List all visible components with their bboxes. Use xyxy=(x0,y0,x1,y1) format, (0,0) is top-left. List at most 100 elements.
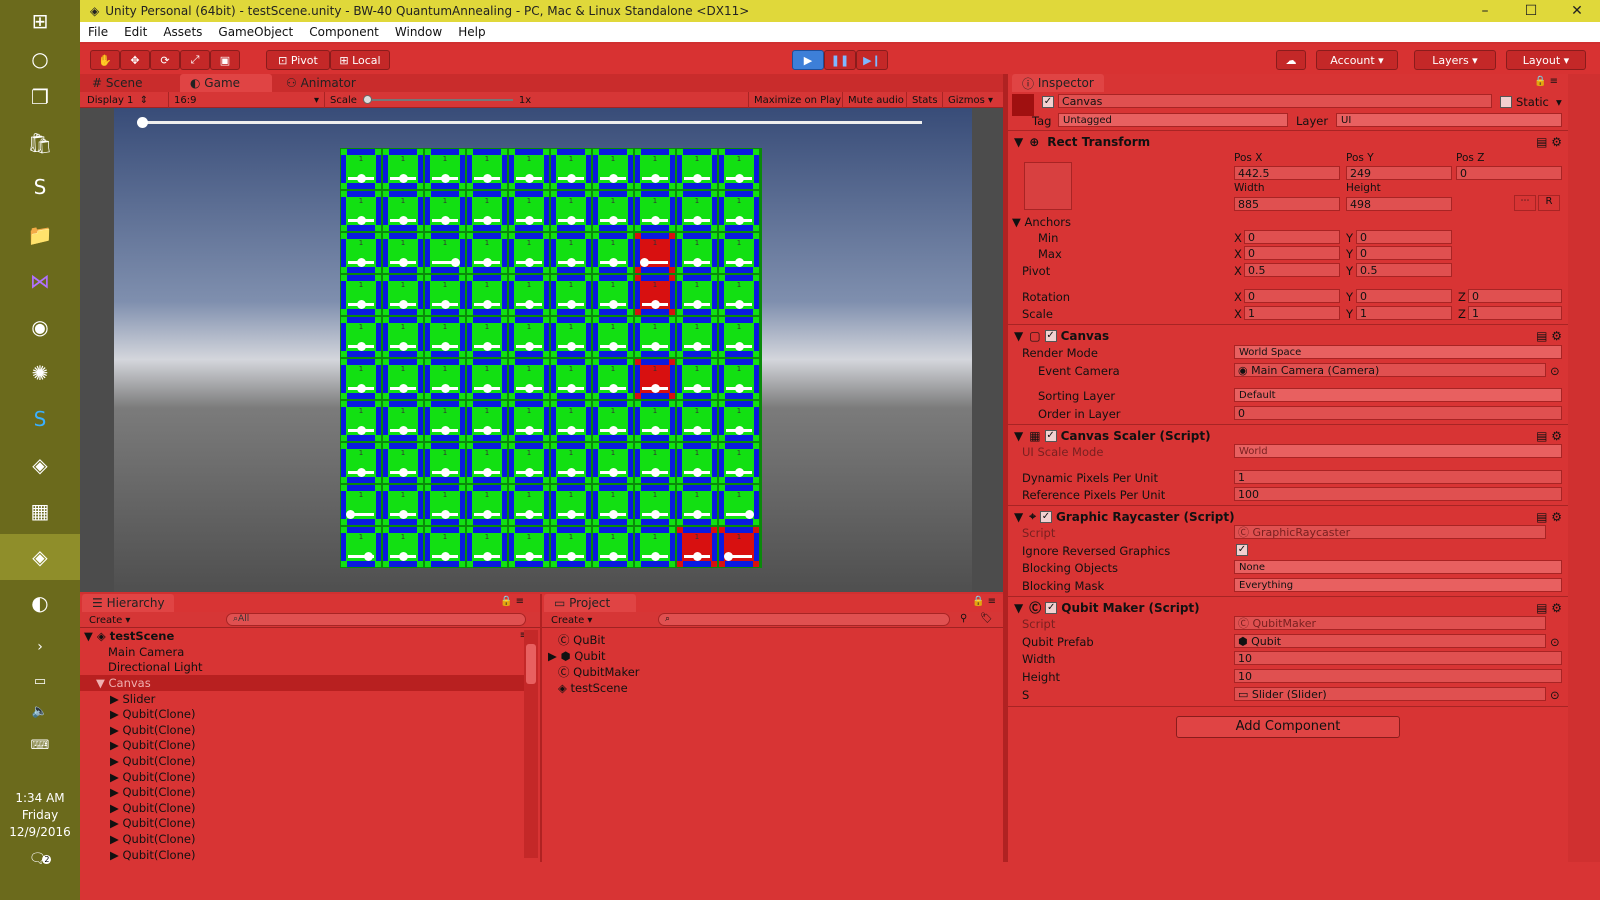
layers-dropdown[interactable]: Layers ▾ xyxy=(1414,50,1496,70)
list-item[interactable]: ◈ testScene xyxy=(542,680,990,696)
qubit-slider-knob[interactable] xyxy=(482,468,492,477)
qubit-cell[interactable]: 1 xyxy=(425,233,465,273)
qubit-slider-knob[interactable] xyxy=(356,384,366,393)
qubit-cell[interactable]: 1 xyxy=(467,401,507,441)
qubit-cell[interactable]: 1 xyxy=(467,359,507,399)
qubit-cell[interactable]: 1 xyxy=(551,485,591,525)
qubit-cell[interactable]: 1 xyxy=(551,443,591,483)
active-checkbox[interactable]: ✓ xyxy=(1042,96,1054,108)
qubit-cell[interactable]: 1 xyxy=(425,191,465,231)
qubit-cell[interactable]: 1 xyxy=(509,359,549,399)
list-item-selected[interactable]: ▼ Canvas xyxy=(80,675,528,691)
qubit-cell[interactable]: 1 xyxy=(509,191,549,231)
qubit-slider-knob[interactable] xyxy=(482,258,492,267)
qubit-cell[interactable]: 1 xyxy=(467,191,507,231)
qubit-slider-knob[interactable] xyxy=(398,426,408,435)
qubit-cell[interactable]: 1 xyxy=(635,401,675,441)
qubit-cell[interactable]: 1 xyxy=(551,191,591,231)
mute-audio-toggle[interactable]: Mute audio xyxy=(842,92,909,108)
list-item[interactable]: ▶ Qubit(Clone) xyxy=(80,784,528,800)
qubit-cell[interactable]: 1 xyxy=(635,485,675,525)
unity-active-icon[interactable]: ◈ xyxy=(0,534,80,580)
qubit-slider-knob[interactable] xyxy=(650,468,660,477)
qubit-maker-enabled-checkbox[interactable]: ✓ xyxy=(1045,601,1058,614)
qubit-slider-knob[interactable] xyxy=(398,300,408,309)
qubit-cell[interactable]: 1 xyxy=(551,317,591,357)
qubit-cell[interactable]: 1 xyxy=(341,149,381,189)
project-search-input[interactable]: ⌕ xyxy=(658,613,950,626)
windows-start-icon[interactable]: ⊞ xyxy=(20,4,60,38)
qubit-cell[interactable]: 1 xyxy=(341,401,381,441)
tab-scene[interactable]: # Scene xyxy=(82,74,152,92)
file-explorer-icon[interactable]: 📁 xyxy=(20,218,60,252)
render-mode-dropdown[interactable]: World Space xyxy=(1234,345,1562,359)
sorting-layer-dropdown[interactable]: Default xyxy=(1234,388,1562,402)
sublime-icon[interactable]: S xyxy=(20,170,60,204)
tab-game[interactable]: ◐ Game xyxy=(180,74,272,92)
qubit-cell[interactable]: 1 xyxy=(635,191,675,231)
qubit-cell[interactable]: 1 xyxy=(677,275,717,315)
qubit-cell[interactable]: 1 xyxy=(593,359,633,399)
qubit-cell[interactable]: 1 xyxy=(593,317,633,357)
panel-splitter[interactable] xyxy=(540,594,542,862)
app2-icon[interactable]: ◐ xyxy=(20,586,60,620)
qubit-cell[interactable]: 1 xyxy=(635,233,675,273)
qubit-cell[interactable]: 1 xyxy=(509,149,549,189)
qubit-slider-knob[interactable] xyxy=(566,342,576,351)
step-button[interactable]: ▶❙ xyxy=(856,50,888,70)
gizmos-dropdown[interactable]: Gizmos ▾ xyxy=(942,92,998,108)
qubit-cell[interactable]: 1 xyxy=(593,443,633,483)
order-in-layer-field[interactable]: 0 xyxy=(1234,406,1562,420)
qubit-cell[interactable]: 1 xyxy=(383,317,423,357)
qubit-slider-knob[interactable] xyxy=(566,300,576,309)
qubit-cell[interactable]: 1 xyxy=(383,149,423,189)
qubit-cell[interactable]: 1 xyxy=(383,233,423,273)
qubit-slider-knob[interactable] xyxy=(356,300,366,309)
qubit-cell[interactable]: 1 xyxy=(635,359,675,399)
volume-icon[interactable]: 🔈 xyxy=(20,694,60,728)
component-settings-icon[interactable]: ▤ ⚙ xyxy=(1536,135,1562,149)
qubit-cell[interactable]: 1 xyxy=(635,527,675,567)
list-item[interactable]: ▶ Qubit(Clone) xyxy=(80,738,528,754)
qubit-slider-knob[interactable] xyxy=(650,426,660,435)
play-button[interactable]: ▶ xyxy=(792,50,824,70)
qubit-slider-knob[interactable] xyxy=(524,258,534,267)
qubit-cell[interactable]: 1 xyxy=(425,149,465,189)
qubit-slider-knob[interactable] xyxy=(692,384,702,393)
qubit-cell[interactable]: 1 xyxy=(635,443,675,483)
rotation-y-field[interactable]: 0 xyxy=(1356,289,1452,303)
qubit-cell[interactable]: 1 xyxy=(383,191,423,231)
static-dropdown-icon[interactable]: ▾ xyxy=(1556,95,1562,109)
qubit-slider-knob[interactable] xyxy=(482,342,492,351)
anchor-min-x-field[interactable]: 0 xyxy=(1244,230,1340,244)
layout-dropdown[interactable]: Layout ▾ xyxy=(1506,50,1586,70)
qubit-cell[interactable]: 1 xyxy=(593,485,633,525)
qubit-cell[interactable]: 1 xyxy=(467,149,507,189)
anchors-foldout[interactable]: ▼ Anchors xyxy=(1012,215,1071,229)
qubit-cell[interactable]: 1 xyxy=(551,527,591,567)
qubit-cell[interactable]: 1 xyxy=(341,317,381,357)
qubit-slider-knob[interactable] xyxy=(524,468,534,477)
qubit-cell[interactable]: 1 xyxy=(341,485,381,525)
qubit-slider-knob[interactable] xyxy=(440,216,450,225)
minimize-button[interactable]: – xyxy=(1462,0,1508,22)
qubit-slider-knob[interactable] xyxy=(356,342,366,351)
qubit-cell[interactable]: 1 xyxy=(593,149,633,189)
qubit-slider-knob[interactable] xyxy=(734,174,744,183)
qubit-cell[interactable]: 1 xyxy=(719,233,759,273)
qubit-slider-knob[interactable] xyxy=(734,342,744,351)
qubit-cell[interactable]: 1 xyxy=(425,317,465,357)
task-view-icon[interactable]: ❐ xyxy=(20,80,60,114)
tag-dropdown[interactable]: Untagged xyxy=(1058,113,1288,127)
hierarchy-scrollbar[interactable] xyxy=(524,630,538,858)
scale-x-field[interactable]: 1 xyxy=(1244,306,1340,320)
reference-pixels-field[interactable]: 100 xyxy=(1234,487,1562,501)
qubit-slider-knob[interactable] xyxy=(524,510,534,519)
canvas-component-header[interactable]: ▼ ▢ ✓ Canvas ▤ ⚙ xyxy=(1008,324,1568,346)
menu-file[interactable]: File xyxy=(80,25,116,39)
posx-field[interactable]: 442.5 xyxy=(1234,166,1340,180)
qubit-cell[interactable]: 1 xyxy=(341,527,381,567)
list-item[interactable]: ▶ Qubit(Clone) xyxy=(80,831,528,847)
qubit-slider-knob[interactable] xyxy=(692,426,702,435)
qubit-cell[interactable]: 1 xyxy=(467,233,507,273)
